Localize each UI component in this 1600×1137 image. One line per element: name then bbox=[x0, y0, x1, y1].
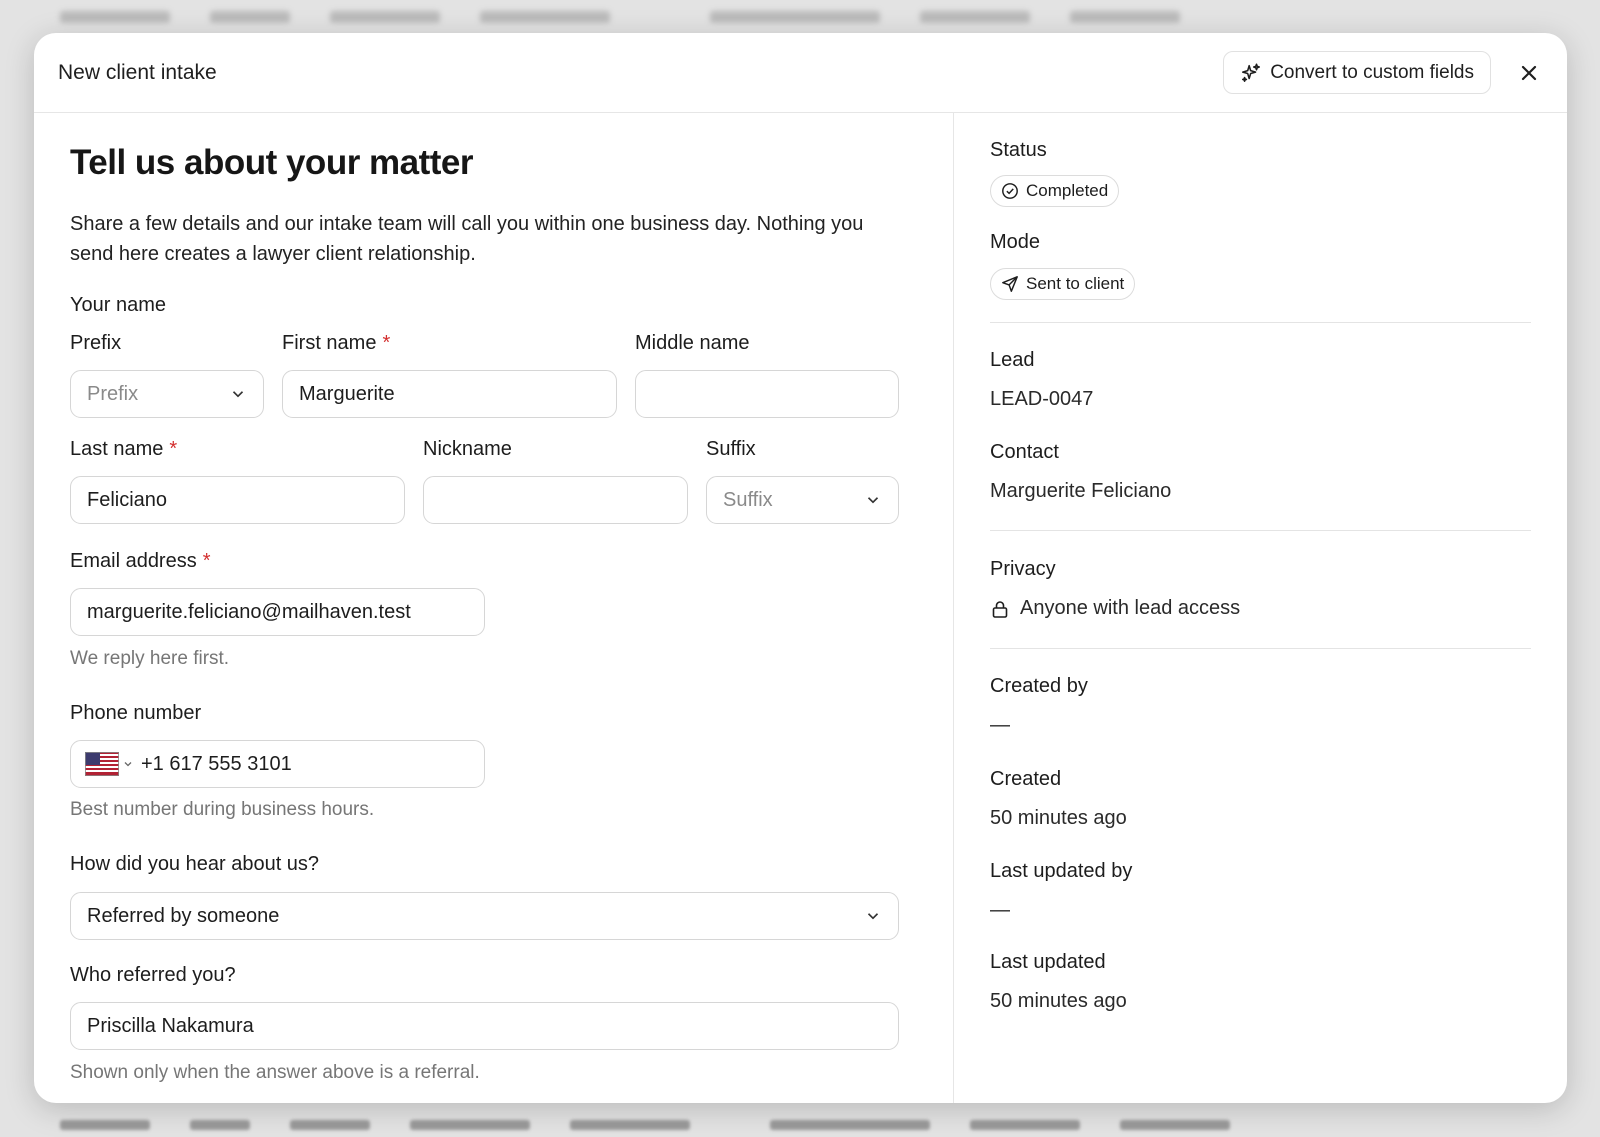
last-updated-label: Last updated bbox=[990, 951, 1106, 973]
modal-header: New client intake Convert to custom fiel… bbox=[34, 33, 1567, 113]
contact-value: Marguerite Feliciano bbox=[990, 480, 1172, 502]
suffix-label: Suffix bbox=[706, 438, 756, 460]
nickname-input[interactable] bbox=[423, 476, 688, 524]
mode-label: Mode bbox=[990, 231, 1041, 253]
status-badge: Completed bbox=[990, 175, 1120, 207]
chevron-down-icon bbox=[232, 391, 244, 398]
required-marker: * bbox=[382, 332, 391, 354]
chevron-down-icon bbox=[867, 913, 879, 920]
phone-input[interactable]: +1 617 555 3101 bbox=[70, 740, 485, 788]
lock-icon bbox=[992, 600, 1008, 618]
your-name-label: Your name bbox=[70, 294, 166, 316]
sparkle-icon bbox=[1242, 63, 1261, 82]
divider bbox=[990, 322, 1531, 323]
send-icon bbox=[1002, 276, 1018, 292]
modal-title: New client intake bbox=[58, 60, 217, 84]
prefix-label: Prefix bbox=[70, 332, 122, 354]
suffix-select[interactable]: Suffix bbox=[706, 476, 899, 524]
phone-help-text: Best number during business hours. bbox=[70, 799, 375, 820]
required-marker: * bbox=[169, 438, 178, 460]
first-name-label: First name * bbox=[282, 332, 391, 354]
last-updated-by-value: — bbox=[990, 899, 1010, 921]
email-label: Email address * bbox=[70, 550, 211, 572]
privacy-label: Privacy bbox=[990, 558, 1056, 580]
required-marker: * bbox=[202, 550, 211, 572]
hear-about-us-label: How did you hear about us? bbox=[70, 853, 320, 875]
referrer-help-text: Shown only when the answer above is a re… bbox=[70, 1062, 480, 1083]
close-button[interactable] bbox=[1515, 59, 1543, 87]
referrer-label: Who referred you? bbox=[70, 964, 236, 986]
last-updated-value: 50 minutes ago bbox=[990, 990, 1127, 1012]
phone-label: Phone number bbox=[70, 702, 202, 724]
created-label: Created bbox=[990, 768, 1062, 790]
us-flag-icon[interactable] bbox=[85, 752, 119, 776]
lead-value: LEAD-0047 bbox=[990, 388, 1094, 410]
close-icon bbox=[1521, 65, 1537, 80]
contact-label: Contact bbox=[990, 441, 1059, 463]
background-footer-row bbox=[0, 1112, 1600, 1137]
created-value: 50 minutes ago bbox=[990, 807, 1127, 829]
lead-label: Lead bbox=[990, 349, 1035, 371]
last-name-label: Last name * bbox=[70, 438, 178, 460]
email-input[interactable]: marguerite.feliciano@mailhaven.test bbox=[70, 588, 485, 636]
email-help-text: We reply here first. bbox=[70, 648, 230, 669]
intake-modal: New client intake Convert to custom fiel… bbox=[34, 33, 1567, 1103]
created-by-label: Created by bbox=[990, 675, 1088, 697]
chevron-down-icon bbox=[124, 762, 132, 767]
first-name-input[interactable]: Marguerite bbox=[282, 370, 617, 418]
background-row bbox=[0, 2, 1600, 32]
divider bbox=[990, 530, 1531, 531]
last-updated-by-label: Last updated by bbox=[990, 860, 1133, 882]
convert-button-label: Convert to custom fields bbox=[1270, 61, 1474, 83]
privacy-value: Anyone with lead access bbox=[990, 597, 1240, 620]
intake-form: Tell us about your matter Share a few de… bbox=[34, 113, 954, 1103]
form-intro: Share a few details and our intake team … bbox=[70, 213, 864, 265]
nickname-label: Nickname bbox=[423, 438, 512, 460]
mode-badge: Sent to client bbox=[990, 268, 1136, 300]
form-headline: Tell us about your matter bbox=[70, 143, 474, 182]
details-panel: Status Completed Mode Sent to client Lea… bbox=[954, 113, 1567, 1103]
status-label: Status bbox=[990, 139, 1047, 161]
divider bbox=[990, 648, 1531, 649]
check-circle-icon bbox=[1002, 183, 1018, 199]
middle-name-label: Middle name bbox=[635, 332, 750, 354]
chevron-down-icon bbox=[867, 497, 879, 504]
middle-name-input[interactable] bbox=[635, 370, 899, 418]
last-name-input[interactable]: Feliciano bbox=[70, 476, 405, 524]
hear-about-us-select[interactable]: Referred by someone bbox=[70, 892, 899, 940]
prefix-select[interactable]: Prefix bbox=[70, 370, 264, 418]
referrer-input[interactable]: Priscilla Nakamura bbox=[70, 1002, 899, 1050]
created-by-value: — bbox=[990, 714, 1010, 736]
convert-to-custom-fields-button[interactable]: Convert to custom fields bbox=[1223, 51, 1491, 94]
